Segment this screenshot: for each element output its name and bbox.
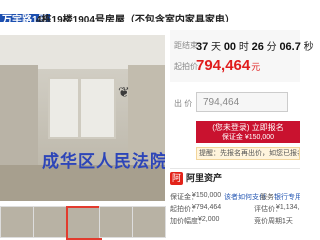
thumbnail-strip [0, 206, 166, 240]
thumbnail-5[interactable] [132, 206, 166, 238]
thumbnail-4[interactable] [99, 206, 133, 238]
info-row-prices: 起拍价： ¥794,464 评估价： ¥1,134, [170, 204, 300, 214]
countdown-hours: 00 [223, 41, 237, 53]
start-price-label: 起拍价 [174, 62, 198, 71]
hour-unit: 时 [238, 42, 249, 53]
deposit-value: ¥150,000 [192, 192, 222, 199]
cycle-value: 1天 [282, 218, 293, 225]
photo-ceiling [0, 35, 165, 69]
countdown-timer: 37 天 00 时 26 分 06.7 秒 [196, 38, 314, 53]
start-price-value: 794,464 [196, 57, 251, 74]
info-row-increment: 加价幅度： ¥2,000 竞价周期： 1天 [170, 216, 300, 226]
thumbnail-1[interactable] [0, 206, 34, 238]
bank-link[interactable]: 银行专用款 [274, 192, 300, 202]
register-button-label: (您未登录) 立即报名 [212, 122, 284, 132]
bid-label: 出 价 [174, 99, 193, 108]
main-property-photo[interactable]: ❦ 成华区人民法院 [0, 35, 165, 201]
bid-amount-input[interactable] [196, 92, 288, 112]
currency-unit: 元 [251, 62, 261, 72]
increment-value: ¥2,000 [198, 216, 220, 223]
photo-window [48, 77, 116, 139]
start-price: 794,464元 [196, 57, 260, 74]
asset-header: 阿 阿里资产 [170, 172, 300, 186]
minute-unit: 分 [266, 42, 277, 53]
photo-window-frame [78, 77, 81, 139]
ali-asset-logo-icon: 阿 [170, 172, 183, 185]
court-watermark: 成华区人民法院 [42, 152, 165, 171]
bid-row: 出 价 [170, 92, 300, 114]
price-panel: 距结束 37 天 00 时 26 分 06.7 秒 起拍价 794,464元 [170, 30, 314, 82]
asset-title: 阿里资产 [186, 173, 223, 183]
bid-notice: 提醒：先报名再出价，如您已报名， [196, 147, 300, 160]
countdown-seconds: 06.7 [279, 41, 301, 53]
countdown-label: 距结束 [174, 41, 198, 50]
item-title: 4栋19楼1904号房屋（不包含室内家具家电） [36, 15, 235, 22]
start-price-info-value: ¥794,464 [192, 204, 222, 211]
thumbnail-2[interactable] [33, 206, 67, 238]
day-unit: 天 [211, 42, 222, 53]
wall-lamp-icon: ❦ [118, 84, 130, 100]
section-divider [170, 168, 300, 169]
register-bid-button[interactable]: (您未登录) 立即报名 保证金 ¥150,000 [196, 121, 300, 143]
countdown-minutes: 26 [251, 41, 264, 53]
countdown-days: 37 [196, 41, 209, 53]
second-unit: 秒 [303, 42, 314, 53]
eval-price-value: ¥1,134, [276, 204, 300, 211]
item-title-bar: 万宇路1号 4栋19楼1904号房屋（不包含室内家具家电） [0, 0, 300, 22]
thumbnail-3-selected[interactable] [66, 206, 102, 240]
register-button-deposit: 保证金 ¥150,000 [221, 133, 275, 141]
info-row-deposit: 保证金： ¥150,000 该者如何支付 服务： 银行专用款 [170, 192, 300, 202]
